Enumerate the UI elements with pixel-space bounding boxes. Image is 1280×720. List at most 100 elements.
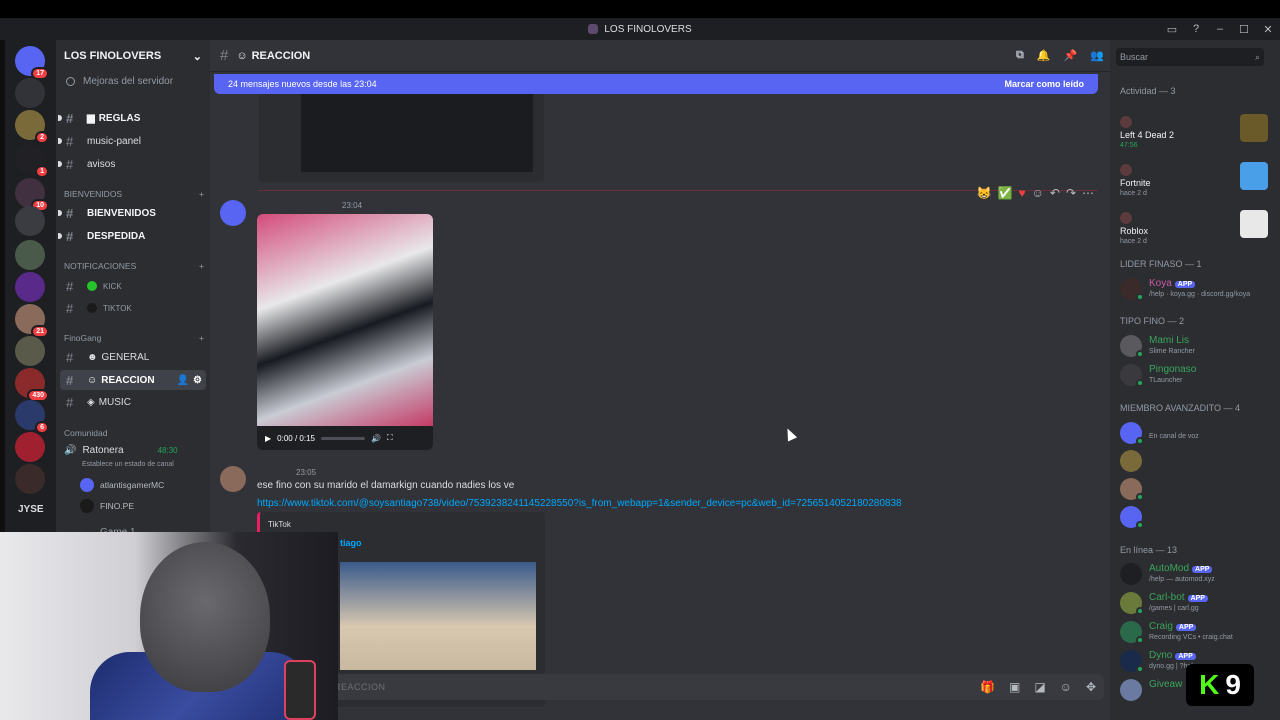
help-icon[interactable]: ? <box>1184 23 1208 35</box>
plus-icon[interactable]: + <box>199 333 204 343</box>
member-item[interactable]: Carl-bot APP/games | carl.gg <box>1120 590 1270 618</box>
kick-logo-overlay: K 9 <box>1186 664 1254 706</box>
members-icon[interactable]: 👥 <box>1090 49 1104 62</box>
message-link[interactable]: https://www.tiktok.com/@soysantiago738/v… <box>257 498 902 509</box>
category-notificaciones[interactable]: NOTIFICACIONES + <box>64 261 204 271</box>
channel-label: REGLAS <box>98 112 141 124</box>
image-attachment[interactable] <box>259 94 544 182</box>
channel-title: REACCION <box>251 49 311 62</box>
server-icon[interactable]: 10 <box>15 178 49 212</box>
server-icon[interactable] <box>15 432 45 462</box>
search-input[interactable]: Buscar ⌕ <box>1116 48 1264 66</box>
game-icon <box>1240 114 1268 142</box>
server-icon[interactable]: 6 <box>15 400 49 434</box>
avatar[interactable] <box>220 466 246 492</box>
avatar[interactable] <box>220 200 246 226</box>
reaction-heart-icon[interactable]: ♥ <box>1018 186 1025 200</box>
activity-card[interactable]: Left 4 Dead 2 47:56 <box>1118 110 1268 150</box>
apps-icon[interactable]: ✥ <box>1086 680 1096 694</box>
hash-icon: # <box>220 47 229 64</box>
gear-icon[interactable]: ⚙ <box>193 375 202 386</box>
channel-music-panel[interactable]: # music-panel <box>58 131 206 151</box>
embed-author[interactable]: tiago <box>340 538 362 548</box>
pin-icon[interactable]: 📌 <box>1064 49 1078 62</box>
avatar <box>1120 116 1132 128</box>
minimize-button[interactable]: – <box>1208 23 1232 35</box>
emoji-icon[interactable]: ☺ <box>1060 680 1072 694</box>
server-icon[interactable]: 21 <box>15 304 49 338</box>
member-item[interactable]: AutoMod APP/help — automod.xyz <box>1120 561 1270 589</box>
volume-icon[interactable]: 🔊 <box>371 434 381 443</box>
sticker-icon[interactable]: ◪ <box>1034 680 1045 694</box>
member-item[interactable] <box>1120 476 1270 504</box>
voice-user[interactable]: atlantisgamerMC <box>80 478 164 492</box>
server-icon[interactable] <box>15 336 45 366</box>
server-icon[interactable] <box>15 464 45 494</box>
voice-user[interactable]: FINO.PE <box>80 499 134 513</box>
server-icon[interactable]: 2 <box>15 110 49 144</box>
category-bienvenidos[interactable]: BIENVENIDOS + <box>64 189 204 199</box>
server-folder-label[interactable]: JYSE <box>18 504 44 515</box>
member-item[interactable]: Craig APP Recording VCs • craig.chat <box>1120 619 1270 647</box>
video-attachment[interactable]: ▶ 0:00 / 0:15 🔊 ⛶ <box>257 214 433 450</box>
reply-icon[interactable]: ↶ <box>1050 186 1060 200</box>
close-button[interactable]: ✕ <box>1256 23 1280 36</box>
channel-general[interactable]: # ☻ GENERAL <box>60 347 206 367</box>
fullscreen-icon[interactable]: ⛶ <box>387 433 393 443</box>
member-item[interactable]: Pingonaso TLauncher <box>1120 362 1270 390</box>
channel-bienvenidos[interactable]: # BIENVENIDOS <box>58 203 206 223</box>
member-item[interactable]: Koya APP/help · koya.gg · discord.gg/koya <box>1120 276 1270 304</box>
window-controls: ▭ ? – ☐ ✕ <box>1160 18 1280 40</box>
channel-despedida[interactable]: # DESPEDIDA <box>58 226 206 246</box>
activity-card[interactable]: Roblox hace 2 d <box>1118 206 1268 246</box>
server-header[interactable]: LOS FINOLOVERS ⌄ <box>56 40 210 72</box>
reaction-check-icon[interactable]: ✅ <box>998 186 1013 200</box>
add-member-icon[interactable]: 👤 <box>177 375 189 386</box>
member-name: Dyno APP <box>1149 650 1196 661</box>
reaction-cat-icon[interactable]: 😸 <box>977 186 992 200</box>
category-finogang[interactable]: FinoGang + <box>64 333 204 343</box>
plus-icon[interactable]: + <box>199 261 204 271</box>
server-boosts-link[interactable]: Mejoras del servidor <box>56 72 210 90</box>
embed-thumbnail[interactable] <box>340 562 536 670</box>
member-item[interactable]: En canal de voz <box>1120 420 1270 448</box>
forward-icon[interactable]: ↷ <box>1066 186 1076 200</box>
channel-music[interactable]: # ◈ MUSIC <box>60 392 206 412</box>
voice-channel-ratonera[interactable]: 🔊 Ratonera 48:30 <box>64 445 178 456</box>
server-icon[interactable] <box>15 272 45 302</box>
category-label: Comunidad <box>64 428 108 438</box>
server-icon[interactable]: 430 <box>15 368 49 402</box>
add-reaction-icon[interactable]: ☺ <box>1032 186 1044 200</box>
bell-icon[interactable]: 🔔 <box>1037 49 1051 62</box>
channel-reaccion[interactable]: # ☺ REACCION 👤 ⚙ <box>60 370 206 390</box>
member-item[interactable]: Mami Lis Slime Rancher <box>1120 333 1270 361</box>
maximize-button[interactable]: ☐ <box>1232 23 1256 36</box>
server-icon[interactable]: 1 <box>15 144 49 178</box>
more-icon[interactable]: ⋯ <box>1082 186 1094 200</box>
channel-kick[interactable]: # KICK <box>60 276 206 296</box>
inbox-icon[interactable]: ▭ <box>1160 23 1184 36</box>
plus-icon[interactable]: + <box>199 189 204 199</box>
gift-icon[interactable]: 🎁 <box>980 680 995 694</box>
channel-avisos[interactable]: # avisos <box>58 154 206 174</box>
unread-indicator <box>58 115 62 121</box>
dm-icon[interactable] <box>15 78 45 108</box>
threads-icon[interactable]: ⧉ <box>1016 49 1024 62</box>
category-comunidad[interactable]: Comunidad <box>64 428 204 438</box>
channel-tiktok[interactable]: # TIKTOK <box>60 298 206 318</box>
activity-card[interactable]: Fortnite hace 2 d <box>1118 158 1268 198</box>
channel-reglas[interactable]: # ▆ REGLAS <box>58 108 206 128</box>
server-icon[interactable] <box>15 240 45 270</box>
status-dot <box>1136 293 1144 301</box>
server-icon[interactable] <box>15 206 45 236</box>
member-item[interactable] <box>1120 504 1270 532</box>
discord-home-icon[interactable]: 17 <box>15 46 49 80</box>
play-icon[interactable]: ▶ <box>265 434 271 443</box>
voice-status[interactable]: Establece un estado de canal <box>82 461 174 468</box>
video-progress[interactable] <box>320 436 365 440</box>
gif-icon[interactable]: ▣ <box>1009 680 1020 694</box>
new-messages-bar[interactable]: 24 mensajes nuevos desde las 23:04 Marca… <box>214 74 1098 94</box>
member-item[interactable] <box>1120 448 1270 476</box>
message-composer[interactable]: REACCION 🎁 ▣ ◪ ☺ ✥ <box>216 674 1104 700</box>
mark-read-button[interactable]: Marcar como leído <box>1004 79 1084 89</box>
